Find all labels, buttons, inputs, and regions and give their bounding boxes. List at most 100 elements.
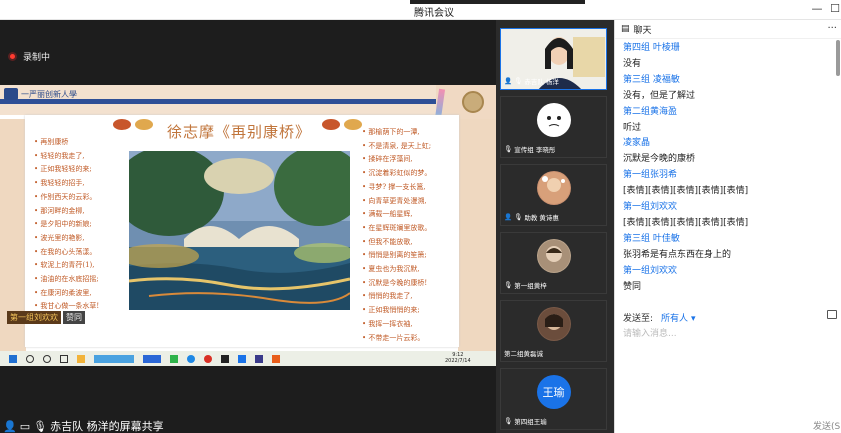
poem-line: 油油的在水底招摇; — [34, 273, 134, 287]
app-icon[interactable] — [170, 354, 178, 363]
mic-icon: 🎙 — [514, 77, 523, 85]
chat-message: 听过 — [623, 122, 642, 133]
seal-icon — [462, 91, 484, 113]
poem-line: 寻梦? 撑一支长篙, — [362, 181, 462, 195]
participant-name: 助教 黄诗惠 — [524, 214, 559, 222]
poem-line: 沉默是今晚的康桥! — [362, 277, 462, 291]
mic-icon: 🎙 — [514, 213, 523, 221]
user-icon: 👤 — [504, 213, 513, 221]
chat-sender: 第三组 叶佳敏 — [623, 233, 680, 244]
taskbar-app-tab[interactable] — [143, 354, 161, 363]
user-icon: 👤 — [3, 419, 17, 433]
app-icon[interactable] — [221, 354, 229, 363]
poem-line: 正如我轻轻的来; — [34, 163, 134, 177]
participant-label: 🎙 第四组王瑜 — [504, 416, 547, 426]
participant-tile-4[interactable]: 🎙 第一组黄梓 — [500, 232, 607, 294]
share-owner-label: 赤吉队 杨洋的屏幕共享 — [50, 420, 164, 433]
avatar — [536, 103, 571, 137]
slide-side-deco-right — [458, 119, 496, 351]
file-icon[interactable] — [827, 310, 837, 319]
window-title: 腾讯会议 — [414, 8, 454, 19]
poem-line: 但我不能放歌, — [362, 236, 462, 250]
participant-name: 赤吉队 杨洋 — [524, 78, 559, 86]
edge-icon[interactable] — [187, 354, 195, 363]
cortana-icon[interactable] — [43, 354, 51, 363]
windows-taskbar: 9:12 2022/7/14 — [0, 351, 496, 366]
poem-line: 沉淀着彩虹似的梦。 — [362, 167, 462, 181]
chrome-icon[interactable] — [204, 354, 212, 363]
recording-label: 录制中 — [23, 53, 51, 63]
taskbar-app-tab[interactable] — [94, 354, 134, 363]
title-bar: 腾讯会议 — ☐ — [0, 0, 841, 20]
task-view-icon[interactable] — [60, 354, 68, 363]
poem-line: 再别康桥 — [34, 136, 134, 150]
screen-share-area: 录制中 一严丽创新人學 徐志摩《再别康桥》 再别康桥轻轻的我走了,正如我轻轻的来… — [0, 20, 496, 433]
poem-line: 软泥上的青荇(1), — [34, 259, 134, 273]
minimize-icon[interactable]: — — [810, 2, 824, 15]
poem-line: 悄悄的我走了, — [362, 290, 462, 304]
avatar — [536, 239, 571, 273]
record-icon — [8, 52, 17, 61]
poem-line: 我轻轻的招手, — [34, 177, 134, 191]
avatar: 王瑜 — [536, 375, 571, 409]
mic-muted-icon: 🎙 — [504, 281, 513, 289]
poem-line: 满载一船星辉, — [362, 208, 462, 222]
meeting-icon[interactable] — [238, 354, 246, 363]
recipient-value: 所有人 — [661, 314, 689, 324]
start-icon[interactable] — [9, 354, 17, 363]
chat-scrollbar[interactable] — [836, 40, 840, 76]
poem-line: 轻轻的我走了, — [34, 150, 134, 164]
poem-left-column: 再别康桥轻轻的我走了,正如我轻轻的来;我轻轻的招手,作别西天的云彩。那河畔的金柳… — [34, 136, 134, 314]
participant-tile-1[interactable]: 👤 🎙 赤吉队 杨洋 — [500, 28, 607, 90]
avatar — [536, 307, 571, 341]
chat-sender: 第二组黄海盈 — [623, 106, 678, 117]
participant-tile-5[interactable]: 第二组黄磊诚 — [500, 300, 607, 362]
participant-name: 第二组黄磊诚 — [504, 350, 543, 358]
maximize-icon[interactable]: ☐ — [828, 2, 841, 15]
app-icon[interactable] — [255, 354, 263, 363]
poem-line: 不是清泉, 是天上虹; — [362, 140, 462, 154]
more-options-icon[interactable]: ··· — [827, 23, 837, 34]
presentation-slide: 一严丽创新人學 徐志摩《再别康桥》 再别康桥轻轻的我走了,正如我轻轻的来;我轻轻… — [0, 85, 496, 351]
participant-label: 👤 🎙 赤吉队 杨洋 — [504, 76, 559, 86]
explorer-icon[interactable] — [77, 354, 85, 363]
user-icon: 👤 — [504, 77, 513, 85]
participant-tile-2[interactable]: 🎙 宣传组 李晓彤 — [500, 96, 607, 158]
poem-line: 向青草更青处漫溯, — [362, 195, 462, 209]
screen-icon: ▭ — [19, 419, 31, 433]
chat-message: 赞同 — [623, 281, 642, 292]
participant-label: 🎙 宣传组 李晓彤 — [504, 144, 555, 154]
clock-date: 2022/7/14 — [445, 358, 471, 364]
chat-message: 沉默是今晚的康桥 — [623, 154, 696, 165]
shield-icon — [4, 88, 18, 100]
participant-name: 宣传组 李晓彤 — [514, 146, 556, 154]
poem-line: 在星辉斑斓里放歌。 — [362, 222, 462, 236]
poem-line: 不带走一片云彩。 — [362, 332, 462, 346]
recipient-select[interactable]: 所有人 ▾ — [661, 311, 695, 324]
chat-icon: ▤ — [621, 24, 630, 34]
chat-sender: 第一组刘欢欢 — [623, 265, 678, 276]
school-logo: 一严丽创新人學 — [4, 88, 77, 100]
search-icon[interactable] — [26, 354, 34, 363]
participant-tile-3[interactable]: 👤 🎙 助教 黄诗惠 — [500, 164, 607, 226]
chat-message: 没有 — [623, 58, 642, 69]
participant-name: 第四组王瑜 — [514, 418, 547, 426]
poem-line: 悄悄是别离的笙箫; — [362, 249, 462, 263]
chat-header: ▤ 聊天 ··· — [615, 20, 841, 39]
mic-icon: 🎙 — [33, 419, 48, 433]
speaker-reaction-tag: 赞同 — [63, 311, 85, 324]
poem-line: 在康河的柔波里, — [34, 287, 134, 301]
recording-indicator[interactable]: 录制中 — [8, 50, 50, 63]
participant-tile-6[interactable]: 王瑜 🎙 第四组王瑜 — [500, 368, 607, 430]
participant-label: 🎙 第一组黄梓 — [504, 280, 547, 290]
chat-input[interactable]: 请输入消息... — [623, 326, 677, 339]
send-button[interactable]: 发送(S — [813, 419, 840, 432]
chat-sender: 凌家晶 — [623, 138, 651, 149]
chat-message: 张羽希是有点东西在身上的 — [623, 249, 732, 260]
participant-video-list: 👤 🎙 赤吉队 杨洋 🎙 宣传组 李晓彤 👤 🎙 助教 黄诗惠 🎙 第一组黄梓 … — [496, 20, 614, 433]
poem-line: 我挥一挥衣袖, — [362, 318, 462, 332]
poem-line: 那河畔的金柳, — [34, 205, 134, 219]
ppt-icon[interactable] — [272, 354, 280, 363]
chat-title: 聊天 — [633, 25, 652, 36]
school-name: 一严丽创新人學 — [21, 89, 77, 99]
